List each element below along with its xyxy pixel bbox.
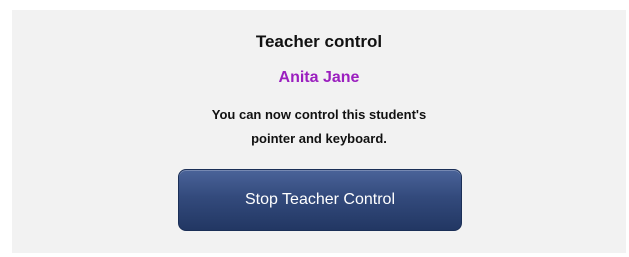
control-message-line-1: You can now control this student's — [211, 107, 427, 122]
dialog-title: Teacher control — [255, 32, 383, 51]
control-message-line-2: pointer and keyboard. — [251, 131, 387, 146]
stop-teacher-control-button[interactable]: Stop Teacher Control — [178, 169, 462, 231]
control-message: You can now control this student's point… — [12, 103, 626, 151]
teacher-control-panel: Teacher control Anita Jane You can now c… — [12, 10, 626, 253]
student-name: Anita Jane — [278, 69, 360, 86]
